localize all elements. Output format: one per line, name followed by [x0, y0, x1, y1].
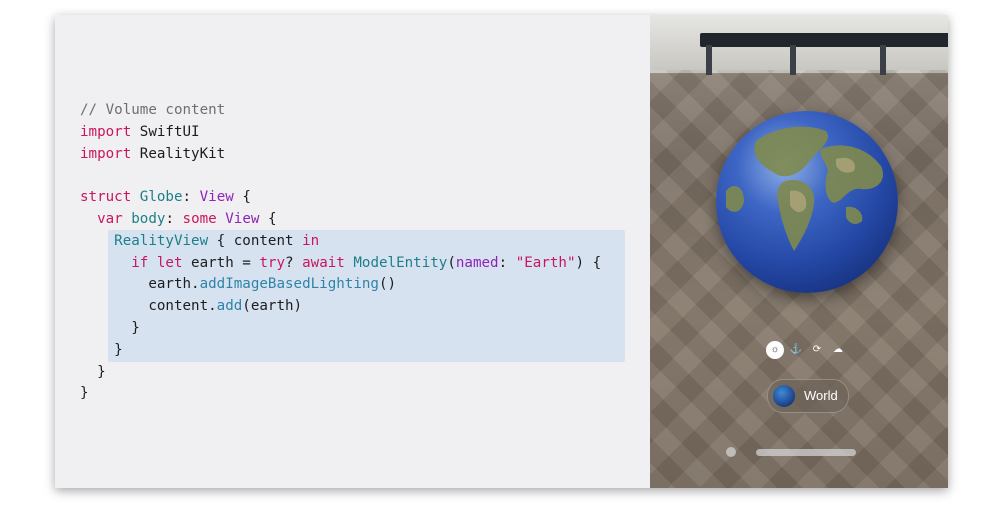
- code-token: {: [259, 210, 277, 227]
- code-token: ?: [285, 254, 303, 271]
- rotate-icon[interactable]: ⟳: [808, 341, 826, 359]
- code-token: addImageBasedLighting: [199, 276, 379, 293]
- window-close-dot[interactable]: [726, 447, 736, 457]
- globe-continents: [726, 126, 884, 251]
- code-line: }: [80, 318, 601, 340]
- code-token: "Earth": [515, 254, 576, 271]
- code-block: // Volume content import SwiftUI import Re…: [80, 100, 601, 405]
- earth-globe[interactable]: [716, 111, 898, 293]
- code-token: (: [447, 254, 456, 271]
- cloud-icon[interactable]: ☁: [829, 341, 847, 359]
- code-line: import RealityKit: [80, 144, 601, 166]
- code-token: ) {: [575, 254, 602, 271]
- code-token: :: [182, 189, 200, 206]
- code-token: :: [498, 254, 516, 271]
- code-token: :: [165, 210, 183, 227]
- code-token: }: [80, 319, 140, 336]
- code-token: var: [97, 210, 123, 227]
- sun-icon[interactable]: ☼: [766, 341, 784, 359]
- code-token: some: [182, 210, 217, 227]
- code-token: }: [80, 363, 106, 380]
- code-token: ModelEntity: [353, 254, 448, 271]
- bench-leg: [706, 45, 712, 75]
- world-button-label: World: [804, 388, 838, 403]
- code-token: View: [199, 189, 234, 206]
- code-token: try: [259, 254, 286, 271]
- slide-card: // Volume content import SwiftUI import Re…: [55, 15, 948, 488]
- code-token: (): [378, 276, 397, 293]
- code-token: struct: [80, 189, 132, 206]
- code-token: { content: [208, 232, 303, 249]
- code-token: import: [80, 123, 132, 140]
- code-line: struct Globe: View {: [80, 187, 601, 209]
- bench: [700, 33, 948, 47]
- code-line: earth.addImageBasedLighting(): [80, 274, 601, 296]
- bench-leg: [880, 45, 886, 75]
- code-line: if let earth = try? await ModelEntity(na…: [80, 253, 601, 275]
- code-line: var body: some View {: [80, 209, 601, 231]
- code-token: {: [233, 189, 251, 206]
- code-token: SwiftUI: [131, 123, 200, 140]
- code-token: }: [80, 385, 89, 402]
- code-token: named: [455, 254, 499, 271]
- code-token: View: [225, 210, 260, 227]
- code-token: earth.: [80, 276, 200, 293]
- volume-preview: ☼ ⚓ ⟳ ☁ World: [650, 15, 948, 488]
- globe-icon: [773, 385, 795, 407]
- window-grab-bar[interactable]: [756, 449, 856, 456]
- code-token: // Volume content: [80, 102, 226, 118]
- code-line: }: [80, 383, 601, 405]
- code-line: }: [80, 340, 601, 362]
- bench-leg: [790, 45, 796, 75]
- code-token: add: [216, 298, 243, 315]
- code-token: earth =: [182, 254, 260, 271]
- ornament-controls: ☼ ⚓ ⟳ ☁: [766, 341, 848, 361]
- code-token: import: [80, 145, 132, 162]
- code-token: (earth): [242, 298, 303, 315]
- code-token: content.: [80, 298, 217, 315]
- code-token: }: [80, 341, 123, 358]
- code-token: let: [156, 254, 183, 271]
- code-token: if: [131, 254, 149, 271]
- code-line: // Volume content: [80, 100, 601, 122]
- anchor-icon[interactable]: ⚓: [787, 341, 805, 359]
- code-token: await: [302, 254, 345, 271]
- code-token: RealityView: [114, 232, 209, 249]
- code-token: RealityKit: [131, 145, 226, 162]
- code-token: Globe: [139, 189, 183, 206]
- code-token: body: [131, 210, 166, 227]
- code-line: }: [80, 362, 601, 384]
- code-pane: // Volume content import SwiftUI import Re…: [55, 15, 650, 488]
- code-line: import SwiftUI: [80, 122, 601, 144]
- code-line: RealityView { content in: [80, 231, 601, 253]
- code-line: content.add(earth): [80, 296, 601, 318]
- world-button[interactable]: World: [767, 379, 849, 413]
- code-token: in: [302, 232, 320, 249]
